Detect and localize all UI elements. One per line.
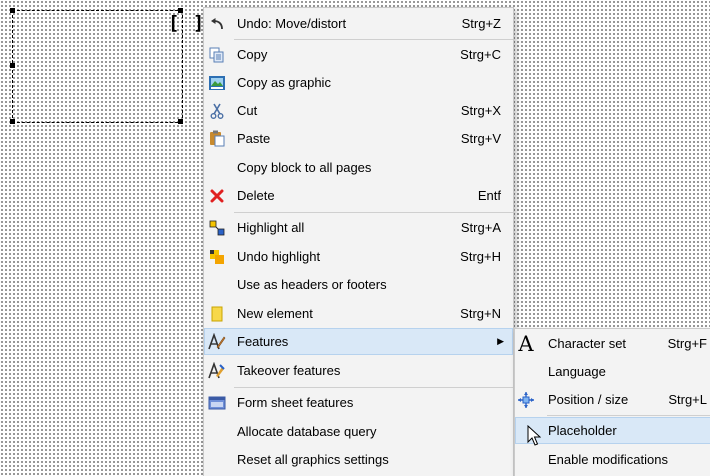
menu-item-reset-all-graphics-settings[interactable]: Reset all graphics settings xyxy=(204,446,513,473)
menu-item-label: Delete xyxy=(237,188,275,203)
form-sheet-icon xyxy=(208,394,226,412)
features-icon xyxy=(208,333,226,351)
menu-item-label: Use as headers or footers xyxy=(237,277,387,292)
menu-item-shortcut: Strg+C xyxy=(460,47,501,62)
menu-item-label: Undo: Move/distort xyxy=(237,16,347,31)
menu-item-undo-highlight[interactable]: Undo highlight Strg+H xyxy=(204,243,513,270)
menu-item-label: Copy as graphic xyxy=(237,75,331,90)
menu-item-shortcut: Entf xyxy=(477,188,501,203)
menu-item-label: Placeholder xyxy=(548,423,617,438)
menu-separator xyxy=(547,415,710,416)
menu-item-label: Features xyxy=(237,334,289,349)
submenu-item-enable-modifications[interactable]: Enable modifications xyxy=(515,446,710,473)
menu-item-undo[interactable]: Undo: Move/distort Strg+Z xyxy=(204,10,513,37)
menu-item-label: Undo highlight xyxy=(237,249,321,264)
menu-item-label: Form sheet features xyxy=(237,395,354,410)
copy-icon xyxy=(208,46,226,64)
menu-item-shortcut: Strg+L xyxy=(668,392,707,407)
takeover-features-icon xyxy=(208,362,226,380)
resize-handle-top-left[interactable] xyxy=(10,8,15,13)
undo-icon xyxy=(208,15,226,33)
submenu-arrow-icon: ▶ xyxy=(497,336,504,346)
menu-item-shortcut: Strg+A xyxy=(460,220,501,235)
menu-item-shortcut: Strg+F xyxy=(667,336,707,351)
menu-item-label: Highlight all xyxy=(237,220,305,235)
menu-item-allocate-database-query[interactable]: Allocate database query xyxy=(204,418,513,445)
resize-handle-middle-left[interactable] xyxy=(10,63,15,68)
submenu-item-language[interactable]: Language xyxy=(515,358,710,385)
highlight-all-icon xyxy=(208,219,226,237)
menu-item-label: Allocate database query xyxy=(237,424,377,439)
menu-item-label: Paste xyxy=(237,131,271,146)
menu-item-shortcut: Strg+N xyxy=(460,306,501,321)
mouse-cursor-icon xyxy=(527,425,541,446)
menu-separator xyxy=(234,387,513,388)
new-element-icon xyxy=(208,305,226,323)
menu-item-features[interactable]: Features ▶ xyxy=(204,328,513,355)
menu-item-label: Cut xyxy=(237,103,258,118)
submenu-item-placeholder[interactable]: Placeholder xyxy=(515,417,710,444)
menu-item-highlight-all[interactable]: Highlight all Strg+A xyxy=(204,214,513,241)
menu-item-use-as-headers-or-footers[interactable]: Use as headers or footers xyxy=(204,271,513,298)
menu-item-label: Character set xyxy=(548,336,627,351)
menu-item-copy[interactable]: Copy Strg+C xyxy=(204,41,513,68)
features-submenu: A Character set Strg+F Language Position… xyxy=(514,328,710,476)
menu-item-label: New element xyxy=(237,306,313,321)
menu-item-takeover-features[interactable]: Takeover features xyxy=(204,357,513,384)
selected-block-frame[interactable] xyxy=(12,10,183,123)
menu-item-new-element[interactable]: New element Strg+N xyxy=(204,300,513,327)
menu-item-copy-as-graphic[interactable]: Copy as graphic xyxy=(204,69,513,96)
submenu-item-character-set[interactable]: A Character set Strg+F xyxy=(515,330,710,357)
resize-handle-bottom-right[interactable] xyxy=(178,119,183,124)
position-size-icon xyxy=(517,391,535,409)
menu-item-shortcut: Strg+Z xyxy=(461,16,501,31)
menu-item-cut[interactable]: Cut Strg+X xyxy=(204,97,513,124)
menu-item-label: Takeover features xyxy=(237,363,341,378)
paste-icon xyxy=(208,130,226,148)
submenu-item-position-size[interactable]: Position / size Strg+L xyxy=(515,386,710,413)
menu-item-copy-block-to-all-pages[interactable]: Copy block to all pages xyxy=(204,154,513,181)
menu-item-paste[interactable]: Paste Strg+V xyxy=(204,125,513,152)
delete-icon xyxy=(208,187,226,205)
menu-item-form-sheet-features[interactable]: Form sheet features xyxy=(204,389,513,416)
menu-item-label: Language xyxy=(548,364,606,379)
character-set-icon: A xyxy=(518,331,534,356)
copy-graphic-icon xyxy=(208,74,226,92)
cut-icon xyxy=(208,102,226,120)
menu-item-label: Reset all graphics settings xyxy=(237,452,389,467)
block-marker: [ ] xyxy=(168,12,206,34)
menu-item-label: Enable modifications xyxy=(548,452,668,467)
menu-item-label: Copy block to all pages xyxy=(237,160,372,175)
menu-item-shortcut: Strg+X xyxy=(460,103,501,118)
undo-highlight-icon xyxy=(208,248,226,266)
menu-item-label: Copy xyxy=(237,47,268,62)
menu-item-shortcut: Strg+H xyxy=(460,249,501,264)
menu-separator xyxy=(234,212,513,213)
menu-item-label: Position / size xyxy=(548,392,629,407)
resize-handle-bottom-left[interactable] xyxy=(10,119,15,124)
menu-item-shortcut: Strg+V xyxy=(460,131,501,146)
context-menu: Undo: Move/distort Strg+Z Copy Strg+C Co… xyxy=(203,7,514,476)
menu-item-delete[interactable]: Delete Entf xyxy=(204,182,513,209)
menu-separator xyxy=(234,39,513,40)
